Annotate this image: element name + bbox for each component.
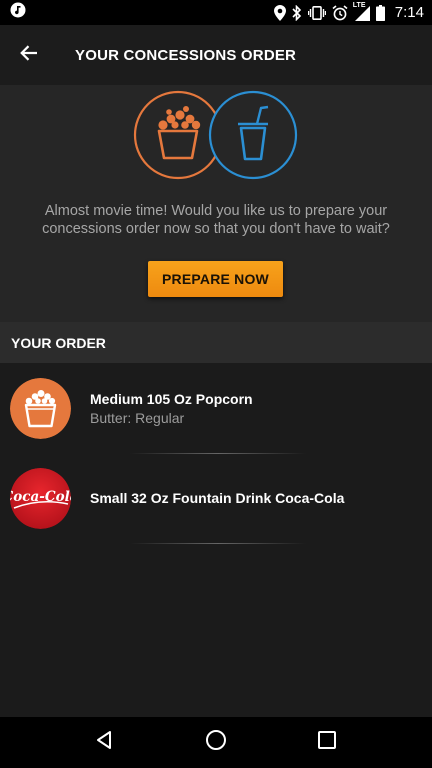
svg-text:Coca-Cola: Coca-Cola xyxy=(10,489,71,505)
nav-recents-button[interactable] xyxy=(307,723,347,763)
nav-home-button[interactable] xyxy=(196,723,236,763)
popcorn-icon xyxy=(10,377,71,439)
prepare-prompt-message: Almost movie time! Would you like us to … xyxy=(42,203,390,237)
status-bar: LTE 7:14 xyxy=(0,0,432,25)
order-section-title: YOUR ORDER xyxy=(11,334,106,351)
back-button[interactable] xyxy=(0,25,58,85)
bluetooth-icon xyxy=(292,4,302,21)
battery-icon xyxy=(375,4,385,21)
coca-cola-logo: Coca-Cola xyxy=(10,467,71,529)
recents-square-icon xyxy=(317,731,336,754)
prepare-prompt-panel: Almost movie time! Would you like us to … xyxy=(0,85,432,322)
page-title: YOUR CONCESSIONS ORDER xyxy=(75,46,297,64)
divider xyxy=(130,543,306,544)
status-time: 7:14 xyxy=(394,4,424,21)
signal-icon: LTE xyxy=(352,1,370,21)
divider xyxy=(130,453,306,454)
order-list: Medium 105 Oz Popcorn Butter: Regular Co… xyxy=(0,363,432,717)
order-item-name: Medium 105 Oz Popcorn xyxy=(90,390,253,407)
order-item-name: Small 32 Oz Fountain Drink Coca-Cola xyxy=(90,490,345,506)
nav-back-button[interactable] xyxy=(85,723,125,763)
music-note-icon xyxy=(10,2,26,23)
drink-icon xyxy=(208,90,298,180)
concessions-illustration xyxy=(133,90,298,180)
home-circle-icon xyxy=(205,729,227,756)
location-icon xyxy=(273,4,286,21)
network-type-label: LTE xyxy=(352,1,366,9)
prepare-now-button[interactable]: PREPARE NOW xyxy=(148,261,283,297)
order-item-drink[interactable]: Coca-Cola Small 32 Oz Fountain Drink Coc… xyxy=(0,467,432,529)
order-item-popcorn[interactable]: Medium 105 Oz Popcorn Butter: Regular xyxy=(0,377,432,439)
app-bar: YOUR CONCESSIONS ORDER xyxy=(0,25,432,85)
arrow-back-icon xyxy=(20,44,38,67)
back-triangle-icon xyxy=(95,730,115,755)
alarm-icon xyxy=(332,4,348,21)
order-item-detail: Butter: Regular xyxy=(90,409,185,426)
system-nav-bar xyxy=(0,717,432,768)
popcorn-icon xyxy=(133,90,223,180)
vibrate-icon xyxy=(307,5,326,20)
order-section-header: YOUR ORDER xyxy=(0,322,432,363)
